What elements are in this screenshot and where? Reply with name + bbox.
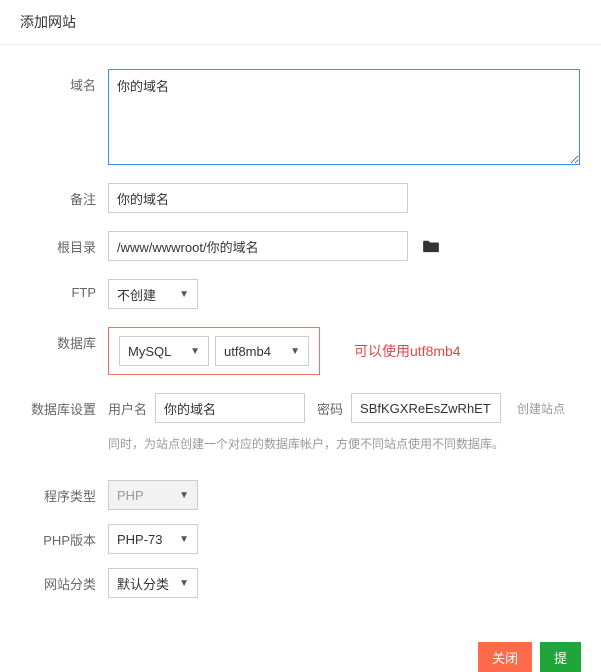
site-category-value: 默认分类 xyxy=(117,574,169,593)
label-program-type: 程序类型 xyxy=(20,480,108,505)
db-user-input[interactable] xyxy=(155,393,305,423)
root-dir-input[interactable] xyxy=(108,231,408,261)
dialog-header: 添加网站 xyxy=(0,0,601,45)
label-db-settings: 数据库设置 xyxy=(20,393,108,418)
label-database: 数据库 xyxy=(20,327,108,352)
chevron-down-icon: ▼ xyxy=(179,534,189,545)
row-database: 数据库 MySQL ▼ utf8mb4 ▼ 可以使用utf8mb4 xyxy=(20,327,581,375)
db-pass-input[interactable] xyxy=(351,393,501,423)
program-type-select: PHP ▼ xyxy=(108,480,198,510)
db-user-label: 用户名 xyxy=(108,399,147,418)
row-site-category: 网站分类 默认分类 ▼ xyxy=(20,568,581,598)
row-remark: 备注 xyxy=(20,183,581,213)
label-root: 根目录 xyxy=(20,231,108,256)
dialog-footer: 关闭 提 xyxy=(0,632,601,672)
site-category-select[interactable]: 默认分类 ▼ xyxy=(108,568,198,598)
folder-icon[interactable] xyxy=(422,239,440,253)
label-php-version: PHP版本 xyxy=(20,524,108,549)
db-type-select[interactable]: MySQL ▼ xyxy=(119,336,209,366)
ftp-select-value: 不创建 xyxy=(117,285,156,304)
db-charset-select[interactable]: utf8mb4 ▼ xyxy=(215,336,309,366)
db-type-value: MySQL xyxy=(128,344,171,359)
program-type-value: PHP xyxy=(117,488,144,503)
chevron-down-icon: ▼ xyxy=(179,578,189,589)
create-site-link[interactable]: 创建站点 xyxy=(517,400,565,417)
ftp-select[interactable]: 不创建 ▼ xyxy=(108,279,198,309)
row-domain: 域名 你的域名 xyxy=(20,69,581,165)
dialog-body: 域名 你的域名 备注 根目录 FTP 不创建 ▼ 数据库 xyxy=(0,45,601,632)
chevron-down-icon: ▼ xyxy=(179,490,189,501)
submit-button[interactable]: 提 xyxy=(540,642,581,672)
label-ftp: FTP xyxy=(20,279,108,300)
label-remark: 备注 xyxy=(20,183,108,208)
php-version-select[interactable]: PHP-73 ▼ xyxy=(108,524,198,554)
domain-textarea[interactable]: 你的域名 xyxy=(108,69,580,165)
chevron-down-icon: ▼ xyxy=(290,346,300,357)
label-domain: 域名 xyxy=(20,69,108,94)
row-db-settings: 数据库设置 用户名 密码 创建站点 同时，为站点创建一个对应的数据库帐户，方便不… xyxy=(20,393,581,452)
row-php-version: PHP版本 PHP-73 ▼ xyxy=(20,524,581,554)
db-annotation: 可以使用utf8mb4 xyxy=(354,341,461,361)
row-program-type: 程序类型 PHP ▼ xyxy=(20,480,581,510)
chevron-down-icon: ▼ xyxy=(190,346,200,357)
dialog-title: 添加网站 xyxy=(20,14,76,30)
close-button[interactable]: 关闭 xyxy=(478,642,532,672)
row-ftp: FTP 不创建 ▼ xyxy=(20,279,581,309)
db-settings-hint: 同时，为站点创建一个对应的数据库帐户，方便不同站点使用不同数据库。 xyxy=(108,435,581,452)
remark-input[interactable] xyxy=(108,183,408,213)
row-root: 根目录 xyxy=(20,231,581,261)
db-charset-value: utf8mb4 xyxy=(224,344,271,359)
label-site-category: 网站分类 xyxy=(20,568,108,593)
chevron-down-icon: ▼ xyxy=(179,289,189,300)
db-pass-label: 密码 xyxy=(317,399,343,418)
database-highlight-box: MySQL ▼ utf8mb4 ▼ xyxy=(108,327,320,375)
php-version-value: PHP-73 xyxy=(117,532,163,547)
